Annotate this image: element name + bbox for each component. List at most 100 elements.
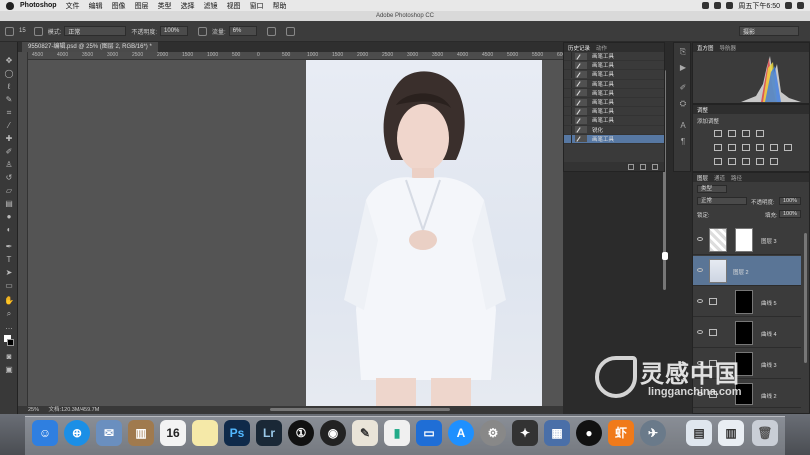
history-checkbox[interactable] [564, 134, 572, 143]
layer-opacity-field[interactable]: 100% [779, 197, 801, 205]
xiami-icon[interactable]: 虾 [608, 420, 634, 446]
menu-edit[interactable]: 编辑 [89, 1, 103, 11]
brush-tool-icon[interactable] [5, 26, 14, 36]
pages-icon[interactable]: ✎ [352, 420, 378, 446]
background-color[interactable] [7, 339, 14, 346]
1password-icon[interactable]: ① [288, 420, 314, 446]
lightroom-icon[interactable]: Lr [256, 420, 282, 446]
layers-scrollbar[interactable] [804, 233, 807, 363]
qq-icon[interactable]: ● [576, 420, 602, 446]
blend-mode-select[interactable]: 正常 [697, 197, 747, 205]
horizontal-scrollbar[interactable] [270, 408, 450, 411]
history-checkbox[interactable] [564, 61, 572, 70]
marquee-tool-icon[interactable]: ◯ [4, 69, 14, 79]
bw-icon[interactable] [756, 144, 764, 151]
pen-tool-icon[interactable]: ✒ [4, 242, 14, 252]
brush-panel-icon-side[interactable]: ✐ [678, 83, 688, 93]
final-cut-icon[interactable]: ✦ [512, 420, 538, 446]
brush-tool-icon-left[interactable]: ✐ [4, 147, 14, 157]
fill-field[interactable]: 100% [779, 210, 801, 218]
healing-tool-icon[interactable]: ✚ [4, 134, 14, 144]
exposure-icon[interactable] [756, 130, 764, 137]
history-row-selected[interactable]: 画笔工具 [564, 134, 664, 144]
character-panel-icon[interactable]: A [678, 121, 688, 131]
history-row[interactable]: 画笔工具 [564, 52, 664, 62]
blur-tool-icon[interactable]: ● [4, 212, 14, 222]
camera-lens-icon[interactable]: ◉ [320, 420, 346, 446]
document-tab[interactable]: 9550827-编辑.psd @ 25% (图层 2, RGB/16*) * [22, 42, 158, 52]
menu-window[interactable]: 窗口 [250, 1, 264, 11]
document-folder-icon[interactable]: ▤ [686, 420, 712, 446]
history-row[interactable]: 画笔工具 [564, 98, 664, 108]
menu-image[interactable]: 图像 [112, 1, 126, 11]
status-icon[interactable] [702, 2, 710, 9]
history-row[interactable]: 画笔工具 [564, 88, 664, 98]
paragraph-panel-icon[interactable]: ¶ [678, 137, 688, 147]
history-checkbox[interactable] [564, 70, 572, 79]
wifi-icon[interactable] [726, 2, 734, 9]
tab-channels[interactable]: 通道 [714, 174, 725, 182]
finder-icon[interactable]: ☺ [32, 420, 58, 446]
actions-panel-icon[interactable]: ▶ [678, 63, 688, 73]
brush-size[interactable]: 15 [19, 28, 26, 34]
clone-panel-icon[interactable]: ⛭ [678, 99, 688, 109]
levels-icon[interactable] [728, 130, 736, 137]
history-checkbox[interactable] [564, 88, 572, 97]
move-tool-icon[interactable]: ✥ [4, 56, 14, 66]
tab-layers[interactable]: 图层 [697, 174, 708, 182]
history-checkbox[interactable] [564, 116, 572, 125]
history-row[interactable]: 画笔工具 [564, 70, 664, 80]
opacity-field[interactable]: 100% [160, 26, 189, 36]
channel-mixer-icon[interactable] [784, 144, 792, 151]
zoom-tool-icon[interactable]: ⌕ [4, 309, 14, 319]
preview-icon[interactable]: ✉ [96, 420, 122, 446]
app-store-icon[interactable]: A [448, 420, 474, 446]
quick-mask-icon[interactable]: ◙ [4, 352, 14, 362]
layer-row-selected[interactable]: 图层 2 [693, 256, 801, 286]
history-row[interactable]: 画笔工具 [564, 79, 664, 89]
vibrance-icon[interactable] [714, 144, 722, 151]
hand-tool-icon[interactable]: ✋ [4, 296, 14, 306]
document-photo[interactable] [306, 60, 542, 406]
downloads-icon[interactable]: ▥ [718, 420, 744, 446]
search-icon[interactable] [785, 2, 792, 9]
history-checkbox[interactable] [564, 125, 572, 134]
history-row[interactable]: 画笔工具 [564, 107, 664, 117]
eye-icon[interactable] [697, 268, 703, 272]
pressure-size-icon[interactable] [285, 26, 295, 36]
airbrush-icon[interactable] [266, 26, 276, 36]
menu-view[interactable]: 视图 [227, 1, 241, 11]
lasso-tool-icon[interactable]: ℓ [4, 82, 14, 92]
tab-paths[interactable]: 路径 [731, 174, 742, 182]
safari-icon[interactable]: ⊕ [64, 420, 90, 446]
path-select-tool-icon[interactable]: ➤ [4, 268, 14, 278]
layer-row[interactable]: 图层 3 [693, 225, 801, 255]
crop-tool-icon[interactable]: ⌗ [4, 108, 14, 118]
color-balance-icon[interactable] [742, 144, 750, 151]
calendar-icon[interactable]: 16 [160, 420, 186, 446]
gradient-tool-icon[interactable]: ▤ [4, 199, 14, 209]
menu-select[interactable]: 选择 [181, 1, 195, 11]
posterize-icon[interactable] [728, 158, 736, 165]
menu-file[interactable]: 文件 [66, 1, 80, 11]
workspace-select[interactable]: 摄影 [739, 26, 799, 36]
flow-field[interactable]: 6% [228, 26, 257, 36]
trash-dock-icon[interactable]: 🗑 [752, 420, 778, 446]
keynote-icon[interactable]: ▭ [416, 420, 442, 446]
history-row[interactable]: 锐化 [564, 125, 664, 135]
type-tool-icon[interactable]: T [4, 255, 14, 265]
eyedropper-tool-icon[interactable]: ⁄ [4, 121, 14, 131]
launchpad-icon[interactable]: ✈ [640, 420, 666, 446]
history-row[interactable]: 画笔工具 [564, 61, 664, 71]
shape-tool-icon[interactable]: ▭ [4, 281, 14, 291]
eye-icon[interactable] [697, 330, 703, 334]
tab-histogram[interactable]: 直方图 [697, 44, 714, 52]
pressure-opacity-icon[interactable] [198, 26, 208, 36]
layer-kind-filter[interactable]: 类型 [697, 185, 727, 193]
eye-icon[interactable] [697, 299, 703, 303]
stamp-tool-icon[interactable]: ♙ [4, 160, 14, 170]
threshold-icon[interactable] [742, 158, 750, 165]
numbers-icon[interactable]: ▮ [384, 420, 410, 446]
photo-filter-icon[interactable] [770, 144, 778, 151]
menu-filter[interactable]: 滤镜 [204, 1, 218, 11]
